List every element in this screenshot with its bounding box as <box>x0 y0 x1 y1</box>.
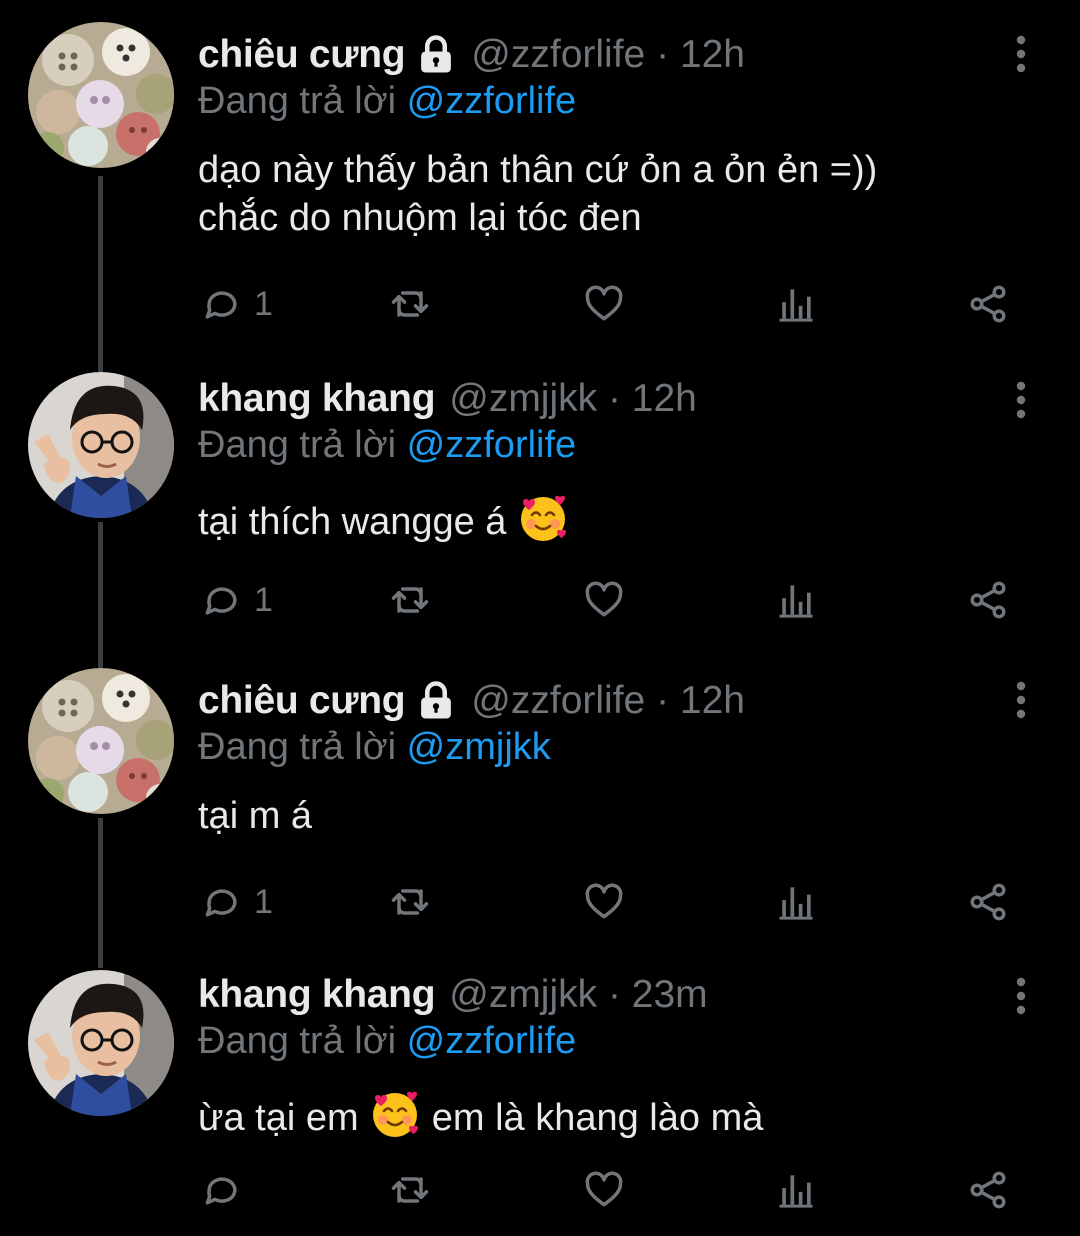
reply-icon <box>200 578 244 622</box>
like-icon <box>582 880 626 924</box>
views-button[interactable] <box>774 1164 818 1216</box>
tweet-header: chiêu cưng @zzforlife · 12h <box>198 676 745 726</box>
share-icon <box>966 282 1010 326</box>
replying-to: Đang trả lời @zzforlife <box>198 1020 576 1063</box>
reply-icon <box>200 282 244 326</box>
avatar[interactable] <box>28 970 174 1116</box>
replying-prefix: Đang trả lời <box>198 424 397 466</box>
tweet-text-line: tại m á <box>198 795 313 837</box>
tweet-header: chiêu cưng @zzforlife · 12h <box>198 30 745 80</box>
views-icon <box>774 578 818 622</box>
tweet-text-segment: tại thích wangge á <box>198 501 507 543</box>
replying-to: Đang trả lời @zzforlife <box>198 80 576 123</box>
replying-prefix: Đang trả lời <box>198 1020 397 1062</box>
like-icon <box>582 578 626 622</box>
share-button[interactable] <box>966 1164 1010 1216</box>
lock-icon <box>415 34 457 76</box>
more-options-icon[interactable] <box>1004 34 1038 74</box>
more-options-icon[interactable] <box>1004 380 1038 420</box>
reply-icon <box>200 880 244 924</box>
retweet-button[interactable] <box>388 876 432 928</box>
tweet-thread: chiêu cưng @zzforlife · 12h Đang trả lời… <box>0 0 1080 1236</box>
reply-button[interactable]: 1 <box>200 574 273 626</box>
tweet-header: khang khang @zmjjkk · 23m <box>198 970 708 1020</box>
smiling-face-with-hearts-icon <box>517 492 569 544</box>
views-icon <box>774 282 818 326</box>
mention-link[interactable]: @zzforlife <box>407 1020 577 1062</box>
replying-to: Đang trả lời @zzforlife <box>198 424 576 467</box>
tweet-text-segment: ừa tại em <box>198 1097 359 1139</box>
share-button[interactable] <box>966 876 1010 928</box>
share-icon <box>966 1168 1010 1212</box>
tweet-text: tại thích wangge á <box>198 492 1038 546</box>
retweet-button[interactable] <box>388 278 432 330</box>
display-name[interactable]: khang khang <box>198 377 436 421</box>
like-icon <box>582 282 626 326</box>
tweet-text-segment: em là khang lào mà <box>431 1097 764 1139</box>
more-options-icon[interactable] <box>1004 976 1038 1016</box>
tweet-header: khang khang @zmjjkk · 12h <box>198 374 697 424</box>
retweet-icon <box>388 880 432 924</box>
like-icon <box>582 1168 626 1212</box>
views-icon <box>774 1168 818 1212</box>
display-name[interactable]: chiêu cưng <box>198 33 406 77</box>
handle-and-time[interactable]: @zzforlife · 12h <box>471 33 745 77</box>
tweet-actions: 1 <box>0 574 1080 626</box>
tweet[interactable]: chiêu cưng @zzforlife · 12h Đang trả lời… <box>0 646 1080 942</box>
like-button[interactable] <box>582 1164 626 1216</box>
tweet-text: ừa tại em em là khang lào mà <box>198 1088 1038 1142</box>
handle-and-time[interactable]: @zmjjkk · 23m <box>449 973 707 1017</box>
smiling-face-with-hearts-icon <box>369 1088 421 1140</box>
tweet-actions: 1 <box>0 876 1080 928</box>
reply-button[interactable] <box>200 1164 244 1216</box>
retweet-button[interactable] <box>388 574 432 626</box>
views-icon <box>774 880 818 924</box>
views-button[interactable] <box>774 574 818 626</box>
like-button[interactable] <box>582 278 626 330</box>
tweet[interactable]: chiêu cưng @zzforlife · 12h Đang trả lời… <box>0 0 1080 345</box>
avatar[interactable] <box>28 22 174 168</box>
retweet-icon <box>388 1168 432 1212</box>
more-options-icon[interactable] <box>1004 680 1038 720</box>
tweet[interactable]: khang khang @zmjjkk · 12h Đang trả lời @… <box>0 346 1080 642</box>
reply-button[interactable]: 1 <box>200 278 273 330</box>
retweet-icon <box>388 282 432 326</box>
retweet-button[interactable] <box>388 1164 432 1216</box>
like-button[interactable] <box>582 574 626 626</box>
avatar[interactable] <box>28 668 174 814</box>
replying-prefix: Đang trả lời <box>198 80 397 122</box>
handle-and-time[interactable]: @zzforlife · 12h <box>471 679 745 723</box>
tweet[interactable]: khang khang @zmjjkk · 23m Đang trả lời @… <box>0 942 1080 1236</box>
mention-link[interactable]: @zmjjkk <box>407 726 551 768</box>
lock-icon <box>415 680 457 722</box>
tweet-text: tại m á <box>198 792 1038 840</box>
views-button[interactable] <box>774 278 818 330</box>
reply-count: 1 <box>254 580 273 619</box>
reply-count: 1 <box>254 882 273 921</box>
views-button[interactable] <box>774 876 818 928</box>
tweet-actions: 1 <box>0 278 1080 330</box>
display-name[interactable]: chiêu cưng <box>198 679 406 723</box>
reply-button[interactable]: 1 <box>200 876 273 928</box>
display-name[interactable]: khang khang <box>198 973 436 1017</box>
tweet-text-line: dạo này thấy bản thân cứ ỏn a ỏn ẻn =)) <box>198 149 878 191</box>
mention-link[interactable]: @zzforlife <box>407 424 577 466</box>
share-icon <box>966 578 1010 622</box>
like-button[interactable] <box>582 876 626 928</box>
mention-link[interactable]: @zzforlife <box>407 80 577 122</box>
reply-icon <box>200 1168 244 1212</box>
retweet-icon <box>388 578 432 622</box>
share-icon <box>966 880 1010 924</box>
tweet-text: dạo này thấy bản thân cứ ỏn a ỏn ẻn =)) … <box>198 146 1038 242</box>
avatar[interactable] <box>28 372 174 518</box>
share-button[interactable] <box>966 278 1010 330</box>
share-button[interactable] <box>966 574 1010 626</box>
reply-count: 1 <box>254 284 273 323</box>
tweet-text-line: chắc do nhuộm lại tóc đen <box>198 197 642 239</box>
replying-prefix: Đang trả lời <box>198 726 397 768</box>
handle-and-time[interactable]: @zmjjkk · 12h <box>449 377 697 421</box>
tweet-actions <box>0 1164 1080 1216</box>
replying-to: Đang trả lời @zmjjkk <box>198 726 551 769</box>
